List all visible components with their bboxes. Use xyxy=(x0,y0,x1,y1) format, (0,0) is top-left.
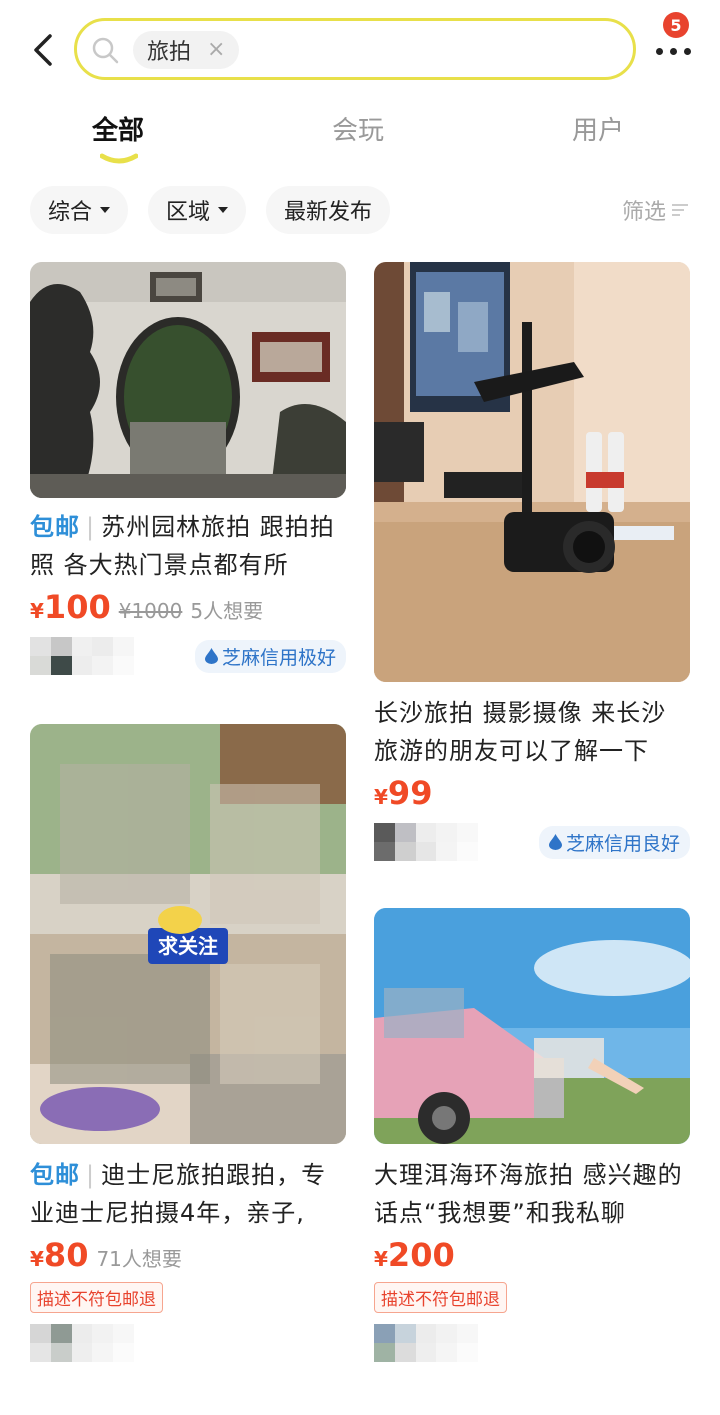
top-bar: 旅拍 × 5 xyxy=(0,0,720,100)
product-image[interactable] xyxy=(374,262,690,682)
filter-bar: 综合 区域 最新发布 筛选 xyxy=(0,186,720,234)
product-card[interactable]: 求关注 包邮 | 迪士尼旅拍跟拍，专业迪士尼拍摄4年，亲子, ¥80 71人想要 描… xyxy=(30,724,346,1363)
seller-avatar-blurred xyxy=(30,1324,134,1362)
notification-badge: 5 xyxy=(663,12,689,38)
credit-label: 芝麻信用极好 xyxy=(221,646,336,669)
product-image[interactable]: 求关注 xyxy=(30,724,346,1144)
seller-avatar-blurred xyxy=(374,1324,478,1362)
sesame-credit-icon xyxy=(204,648,218,664)
currency: ¥ xyxy=(374,1247,388,1271)
seller-avatar-blurred xyxy=(374,823,478,861)
more-button[interactable]: 5 xyxy=(652,12,700,74)
tab-play[interactable]: 会玩 xyxy=(332,110,384,147)
dali-jeep-photo xyxy=(374,908,690,1144)
result-tabs: 全部 会玩 用户 xyxy=(0,110,720,170)
sesame-credit-icon xyxy=(548,834,562,850)
camera-photo xyxy=(374,262,690,682)
chevron-left-icon xyxy=(34,34,52,66)
sort-dropdown[interactable]: 综合 xyxy=(30,186,129,234)
price: ¥99 xyxy=(374,774,432,812)
currency: ¥ xyxy=(30,1247,44,1271)
search-keyword-chip[interactable]: 旅拍 × xyxy=(133,31,240,69)
sort-label: 综合 xyxy=(48,200,93,225)
screen-label: 筛选 xyxy=(622,200,667,225)
tab-active-indicator xyxy=(100,153,138,164)
caret-down-icon xyxy=(100,207,111,213)
product-card[interactable]: 长沙旅拍 摄影摄像 来长沙旅游的朋友可以了解一下 ¥99 芝麻信用良好 xyxy=(374,262,690,862)
seller-avatar-blurred xyxy=(30,637,134,675)
price-row: ¥99 xyxy=(374,774,690,812)
garden-photo xyxy=(30,262,346,498)
price-value: 100 xyxy=(43,588,111,626)
price-row: ¥200 xyxy=(374,1236,690,1274)
product-title: 长沙旅拍 摄影摄像 来长沙旅游的朋友可以了解一下 xyxy=(374,699,667,765)
seller-row[interactable]: 芝麻信用极好 xyxy=(30,636,346,676)
search-icon xyxy=(92,37,119,64)
refund-guarantee-badge: 描述不符包邮退 xyxy=(374,1282,507,1313)
price: ¥100 xyxy=(30,588,111,626)
tab-all[interactable]: 全部 xyxy=(92,110,144,147)
search-input[interactable]: 旅拍 × xyxy=(74,18,636,80)
search-keyword: 旅拍 xyxy=(147,40,192,65)
latest-filter[interactable]: 最新发布 xyxy=(266,186,391,234)
price-value: 200 xyxy=(387,1236,455,1274)
tab-users[interactable]: 用户 xyxy=(572,110,624,147)
product-card[interactable]: 包邮 | 苏州园林旅拍 跟拍拍照 各大热门景点都有所 ¥100 ¥1000 5人想要… xyxy=(30,262,346,676)
seller-row[interactable] xyxy=(374,1323,690,1363)
product-image[interactable] xyxy=(374,908,690,1144)
price: ¥80 xyxy=(30,1236,88,1274)
price-row: ¥100 ¥1000 5人想要 xyxy=(30,588,346,626)
credit-label: 芝麻信用良好 xyxy=(565,832,680,855)
latest-label: 最新发布 xyxy=(284,200,373,225)
region-label: 区域 xyxy=(166,200,211,225)
price-row: ¥80 71人想要 xyxy=(30,1236,346,1274)
back-button[interactable] xyxy=(22,28,66,72)
price-value: 99 xyxy=(387,774,433,812)
product-title-wrap: 包邮 | 苏州园林旅拍 跟拍拍照 各大热门景点都有所 xyxy=(30,513,335,579)
screen-filter-button[interactable]: 筛选 xyxy=(622,194,689,226)
currency: ¥ xyxy=(30,599,44,623)
credit-badge: 芝麻信用良好 xyxy=(538,825,690,859)
credit-badge: 芝麻信用极好 xyxy=(194,639,346,673)
product-title-wrap: 包邮 | 迪士尼旅拍跟拍，专业迪士尼拍摄4年，亲子, xyxy=(30,1161,327,1227)
region-dropdown[interactable]: 区域 xyxy=(148,186,247,234)
more-dots-icon xyxy=(656,48,691,55)
wants-count: 5人想要 xyxy=(190,599,264,623)
currency: ¥ xyxy=(374,785,388,809)
seller-row[interactable]: 芝麻信用良好 xyxy=(374,822,690,862)
product-card[interactable]: 大理洱海环海旅拍 感兴趣的话点“我想要”和我私聊 ¥200 描述不符包邮退 xyxy=(374,908,690,1363)
filter-lines-icon xyxy=(672,204,689,216)
price-value: 80 xyxy=(43,1236,89,1274)
price: ¥200 xyxy=(374,1236,455,1274)
free-shipping-tag: 包邮 xyxy=(30,513,80,541)
product-title: 大理洱海环海旅拍 感兴趣的话点“我想要”和我私聊 xyxy=(374,1161,683,1227)
free-shipping-tag: 包邮 xyxy=(30,1161,80,1189)
seller-row[interactable] xyxy=(30,1323,346,1363)
product-image[interactable] xyxy=(30,262,346,498)
clear-keyword-icon[interactable]: × xyxy=(207,39,225,61)
wants-count: 71人想要 xyxy=(96,1247,182,1271)
image-overlay-text: 求关注 xyxy=(158,934,218,958)
original-price: ¥1000 xyxy=(118,599,183,623)
caret-down-icon xyxy=(218,207,229,213)
refund-guarantee-badge: 描述不符包邮退 xyxy=(30,1282,163,1313)
